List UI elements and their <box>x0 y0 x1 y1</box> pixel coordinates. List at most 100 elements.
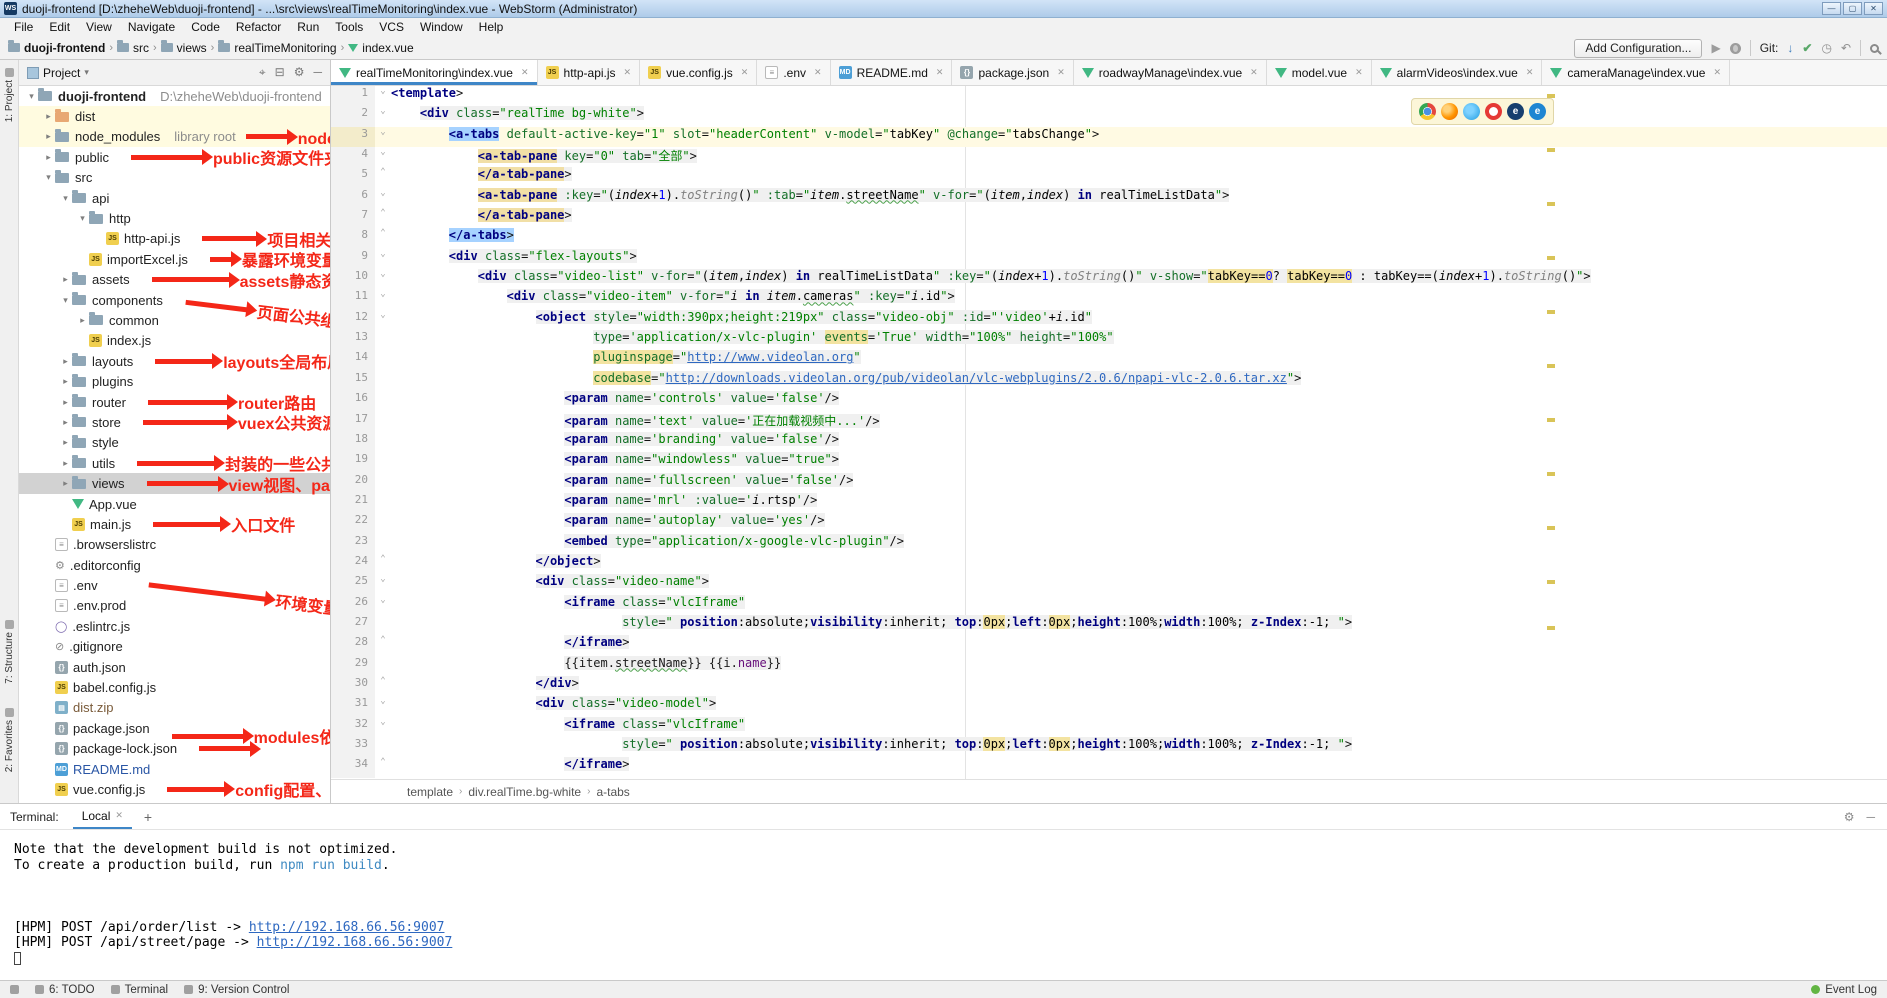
tree-item-utils[interactable]: ▸utils封装的一些公共函数方法 <box>19 453 330 473</box>
code-line-7[interactable]: 7⌃ </a-tab-pane> <box>331 208 1887 228</box>
breadcrumb-item[interactable]: src <box>117 41 149 55</box>
tree-item-importExcel.js[interactable]: JSimportExcel.js暴露环境变量地址给图片or视频资源路径重组用 <box>19 249 330 269</box>
rollback-icon[interactable]: ↶ <box>1841 41 1851 55</box>
tree-item-components[interactable]: ▾components页面公共组件文件 <box>19 290 330 310</box>
tree-item-layouts[interactable]: ▸layoutslayouts全局布局相关 <box>19 351 330 371</box>
tree-chevron-icon[interactable]: ▸ <box>42 131 55 142</box>
code-line-8[interactable]: 8⌃ </a-tabs> <box>331 228 1887 248</box>
editor-tab-http-api.js[interactable]: JShttp-api.js✕ <box>538 60 641 85</box>
code-line-28[interactable]: 28⌃ </iframe> <box>331 635 1887 655</box>
tree-item-store[interactable]: ▸storevuex公共资源 <box>19 412 330 432</box>
code-line-19[interactable]: 19 <param name="windowless" value="true"… <box>331 452 1887 472</box>
breadcrumb-item[interactable]: index.vue <box>348 41 413 55</box>
tree-item-node_modules[interactable]: ▸node_moduleslibrary rootnode_modules依赖 <box>19 127 330 147</box>
code-line-20[interactable]: 20 <param name='fullscreen' value='false… <box>331 473 1887 493</box>
code-line-27[interactable]: 27 style=" position:absolute;visibility:… <box>331 615 1887 635</box>
tree-chevron-icon[interactable]: ▾ <box>59 193 72 204</box>
code-line-30[interactable]: 30⌃ </div> <box>331 676 1887 696</box>
status-item-6-todo[interactable]: 6: TODO <box>35 984 95 996</box>
editor-tab-README.md[interactable]: MDREADME.md✕ <box>831 60 953 85</box>
tree-item-babel.config.js[interactable]: JSbabel.config.js <box>19 677 330 697</box>
menu-item-file[interactable]: File <box>6 20 41 34</box>
fold-marker-icon[interactable]: ⌃ <box>375 167 391 187</box>
git-update-icon[interactable]: ↓ <box>1787 41 1793 55</box>
code-line-3[interactable]: 3⌄ <a-tabs default-active-key="1" slot="… <box>331 127 1887 147</box>
editor-tab-vue.config.js[interactable]: JSvue.config.js✕ <box>640 60 757 85</box>
tree-chevron-icon[interactable]: ▸ <box>59 356 72 367</box>
code-line-21[interactable]: 21 <param name='mrl' :value='i.rtsp'/> <box>331 493 1887 513</box>
terminal-tab-local[interactable]: Local ✕ <box>73 804 132 829</box>
tree-chevron-icon[interactable]: ▸ <box>59 417 72 428</box>
tree-item-public[interactable]: ▸publicpublic资源文件夹，一般放引用的第三方插件 <box>19 147 330 167</box>
fold-marker-icon[interactable]: ⌃ <box>375 208 391 228</box>
tree-item-package.json[interactable]: {}package.jsonmodules依赖描述文件 <box>19 718 330 738</box>
menu-item-navigate[interactable]: Navigate <box>120 20 183 34</box>
new-terminal-icon[interactable]: + <box>144 809 152 825</box>
tree-chevron-icon[interactable]: ▾ <box>42 172 55 183</box>
tree-item-dist.zip[interactable]: ▤dist.zip <box>19 698 330 718</box>
add-configuration-button[interactable]: Add Configuration... <box>1574 39 1702 58</box>
editor-breadcrumb-item[interactable]: a-tabs <box>596 785 629 799</box>
tree-chevron-icon[interactable]: ▾ <box>59 295 72 306</box>
status-item-toolwindows[interactable] <box>10 985 19 994</box>
close-icon[interactable]: ✕ <box>1057 67 1065 78</box>
fold-marker-icon[interactable]: ⌄ <box>375 310 391 330</box>
terminal-output[interactable]: Note that the development build is not o… <box>0 830 1887 966</box>
fold-marker-icon[interactable]: ⌄ <box>375 188 391 208</box>
close-icon[interactable]: ✕ <box>624 67 632 78</box>
ie-icon[interactable]: e <box>1507 103 1524 120</box>
fold-marker-icon[interactable]: ⌄ <box>375 269 391 289</box>
fold-marker-icon[interactable]: ⌄ <box>375 147 391 167</box>
code-line-9[interactable]: 9⌄ <div class="flex-layouts"> <box>331 249 1887 269</box>
tree-item-api[interactable]: ▾api <box>19 188 330 208</box>
tree-item-.eslintrc.js[interactable]: ◯.eslintrc.js <box>19 616 330 636</box>
run-icon[interactable]: ▶ <box>1711 41 1720 55</box>
code-line-14[interactable]: 14 pluginspage="http://www.videolan.org" <box>331 350 1887 370</box>
code-line-33[interactable]: 33 style=" position:absolute;visibility:… <box>331 737 1887 757</box>
menu-item-window[interactable]: Window <box>412 20 471 34</box>
tree-item-.editorconfig[interactable]: ⚙.editorconfig <box>19 555 330 575</box>
tree-chevron-icon[interactable]: ▸ <box>59 478 72 489</box>
close-icon[interactable]: ✕ <box>814 67 822 78</box>
tree-chevron-icon[interactable]: ▸ <box>42 152 55 163</box>
fold-marker-icon[interactable]: ⌄ <box>375 249 391 269</box>
tree-item-vue.config.js[interactable]: JSvue.config.jsconfig配置、代理相关 <box>19 779 330 799</box>
tree-item-http[interactable]: ▾http <box>19 208 330 228</box>
code-line-32[interactable]: 32⌄ <iframe class="vlcIframe" <box>331 717 1887 737</box>
tree-item-.gitignore[interactable]: ⊘.gitignore <box>19 637 330 657</box>
code-line-11[interactable]: 11⌄ <div class="video-item" v-for="i in … <box>331 289 1887 309</box>
code-line-17[interactable]: 17 <param name='text' value='正在加载视频中...'… <box>331 412 1887 432</box>
menu-item-help[interactable]: Help <box>471 20 512 34</box>
tree-chevron-icon[interactable]: ▸ <box>59 376 72 387</box>
tree-item-App.vue[interactable]: App.vue <box>19 494 330 514</box>
tree-item-plugins[interactable]: ▸plugins <box>19 371 330 391</box>
debug-icon[interactable] <box>1730 43 1741 54</box>
tree-chevron-icon[interactable]: ▾ <box>76 213 89 224</box>
menu-item-tools[interactable]: Tools <box>327 20 371 34</box>
fold-marker-icon[interactable]: ⌃ <box>375 228 391 248</box>
tree-item-README.md[interactable]: MDREADME.md <box>19 759 330 779</box>
code-line-34[interactable]: 34⌃ </iframe> <box>331 757 1887 777</box>
close-icon[interactable]: ✕ <box>1250 67 1258 78</box>
editor-tab-roadwayManage-index.vue[interactable]: roadwayManage\index.vue✕ <box>1074 60 1267 85</box>
gear-icon[interactable]: ⚙ <box>294 65 305 80</box>
code-line-25[interactable]: 25⌄ <div class="video-name"> <box>331 574 1887 594</box>
editor-tab-realTimeMonitoring-index.vue[interactable]: realTimeMonitoring\index.vue✕ <box>331 60 538 85</box>
menu-item-refactor[interactable]: Refactor <box>228 20 289 34</box>
minimize-button[interactable]: — <box>1822 2 1841 15</box>
tree-chevron-icon[interactable]: ▸ <box>59 458 72 469</box>
project-view-selector[interactable]: Project ▾ <box>27 66 89 80</box>
locate-file-icon[interactable]: ⌖ <box>259 65 266 80</box>
menu-item-code[interactable]: Code <box>183 20 228 34</box>
fold-marker-icon[interactable]: ⌄ <box>375 106 391 126</box>
code-line-31[interactable]: 31⌄ <div class="video-model"> <box>331 696 1887 716</box>
editor-tab-.env[interactable]: ≡.env✕ <box>757 60 830 85</box>
fold-marker-icon[interactable]: ⌄ <box>375 696 391 716</box>
menu-item-vcs[interactable]: VCS <box>371 20 412 34</box>
tree-item-duoji-frontend[interactable]: ▾duoji-frontendD:\zheheWeb\duoji-fronten… <box>19 86 330 106</box>
terminal-link[interactable]: http://192.168.66.56:9007 <box>257 935 453 950</box>
tool-button-project[interactable]: 1: Project <box>0 68 19 122</box>
tree-item-assets[interactable]: ▸assetsassets静态资源文件 <box>19 270 330 290</box>
fold-marker-icon[interactable]: ⌄ <box>375 595 391 615</box>
code-line-22[interactable]: 22 <param name='autoplay' value='yes'/> <box>331 513 1887 533</box>
